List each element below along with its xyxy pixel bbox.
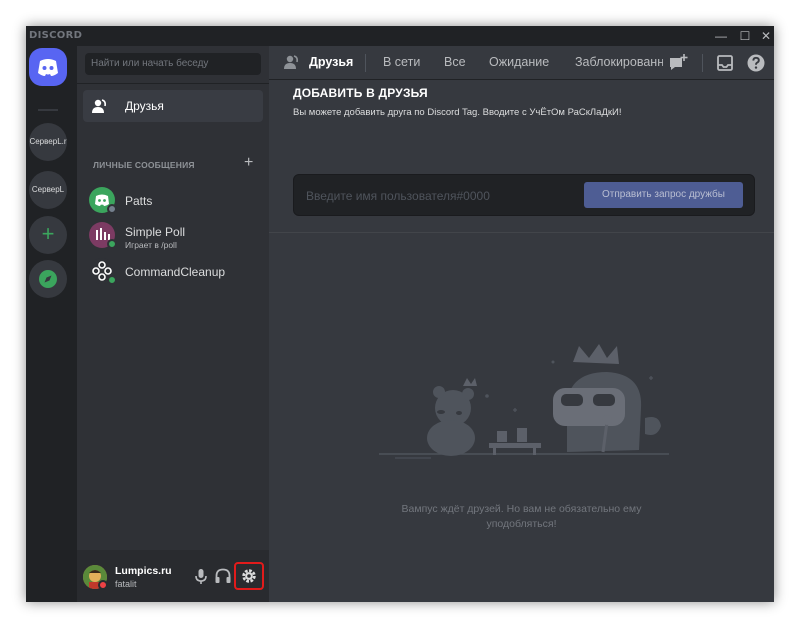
inbox-icon[interactable] xyxy=(714,52,736,74)
tab-pending[interactable]: Ожидание xyxy=(489,55,549,69)
discord-wordmark: DISCORD xyxy=(29,30,83,41)
sidebar-item-label: Друзья xyxy=(125,99,164,113)
dm-name: Patts xyxy=(125,194,153,208)
settings-highlight xyxy=(234,562,264,590)
dm-item-patts[interactable]: Patts xyxy=(85,186,261,220)
user-tag: fatalit xyxy=(115,579,137,589)
new-group-dm-icon[interactable] xyxy=(667,52,689,74)
dm-name: Simple Poll xyxy=(125,225,186,239)
home-button[interactable] xyxy=(29,48,67,86)
add-friend-description: Вы можете добавить друга по Discord Tag.… xyxy=(293,107,622,118)
username: Lumpics.ru xyxy=(115,565,172,577)
explore-servers-button[interactable] xyxy=(29,260,67,298)
tab-blocked[interactable]: Заблокированные xyxy=(575,55,663,69)
page-title: Друзья xyxy=(309,55,354,69)
create-dm-button[interactable]: + xyxy=(244,154,253,172)
gear-icon[interactable] xyxy=(240,567,258,585)
status-badge xyxy=(98,580,108,590)
username-input[interactable] xyxy=(306,187,566,205)
compass-icon xyxy=(39,270,57,288)
tab-online[interactable]: В сети xyxy=(383,55,420,69)
server-item[interactable]: СерверL xyxy=(29,171,67,209)
title-bar: DISCORD — ☐ ✕ xyxy=(26,26,774,46)
dm-item-commandcleanup[interactable]: CommandCleanup xyxy=(85,257,261,291)
dm-activity: Играет в /poll xyxy=(125,240,177,250)
microphone-icon[interactable] xyxy=(191,566,211,586)
empty-state-text: Вампус ждёт друзей. Но вам не обязательн… xyxy=(401,503,642,530)
wumpus-illustration xyxy=(379,344,669,459)
add-friend-form: Отправить запрос дружбы xyxy=(293,174,755,216)
tab-all[interactable]: Все xyxy=(444,55,466,69)
dm-section-header: ЛИЧНЫЕ СООБЩЕНИЯ xyxy=(93,160,195,170)
send-friend-request-button[interactable]: Отправить запрос дружбы xyxy=(584,182,743,208)
friends-main: Друзья В сети Все Ожидание Заблокированн… xyxy=(269,46,774,602)
server-rail: СерверL.r СерверL + xyxy=(26,46,74,602)
divider xyxy=(77,83,269,84)
dm-item-simple-poll[interactable]: Simple Poll Играет в /poll xyxy=(85,221,261,255)
friends-icon xyxy=(92,99,106,113)
sidebar-item-friends[interactable]: Друзья xyxy=(83,90,263,122)
status-badge xyxy=(107,239,117,249)
friends-icon xyxy=(284,55,298,69)
headphones-icon[interactable] xyxy=(213,566,233,586)
minimize-button[interactable]: — xyxy=(708,26,734,46)
divider xyxy=(702,54,703,72)
plus-icon: + xyxy=(41,221,55,246)
discord-window: DISCORD — ☐ ✕ СерверL.r СерверL + Найти … xyxy=(26,26,774,602)
add-server-button[interactable]: + xyxy=(29,216,67,254)
dm-name: CommandCleanup xyxy=(125,265,226,279)
divider xyxy=(365,54,366,72)
close-button[interactable]: ✕ xyxy=(753,26,774,46)
dm-sidebar: Найти или начать беседу Друзья ЛИЧНЫЕ СО… xyxy=(77,46,269,602)
server-item[interactable]: СерверL.r xyxy=(29,123,67,161)
add-friend-title: ДОБАВИТЬ В ДРУЗЬЯ xyxy=(293,86,428,100)
help-icon[interactable] xyxy=(745,52,767,74)
discord-logo-icon xyxy=(38,59,58,76)
top-bar: Друзья В сети Все Ожидание Заблокированн… xyxy=(269,46,774,80)
status-badge xyxy=(107,204,117,214)
user-panel: Lumpics.ru fatalit xyxy=(77,550,269,602)
rail-separator xyxy=(38,109,58,111)
status-badge xyxy=(107,275,117,285)
search-input[interactable]: Найти или начать беседу xyxy=(85,53,261,75)
